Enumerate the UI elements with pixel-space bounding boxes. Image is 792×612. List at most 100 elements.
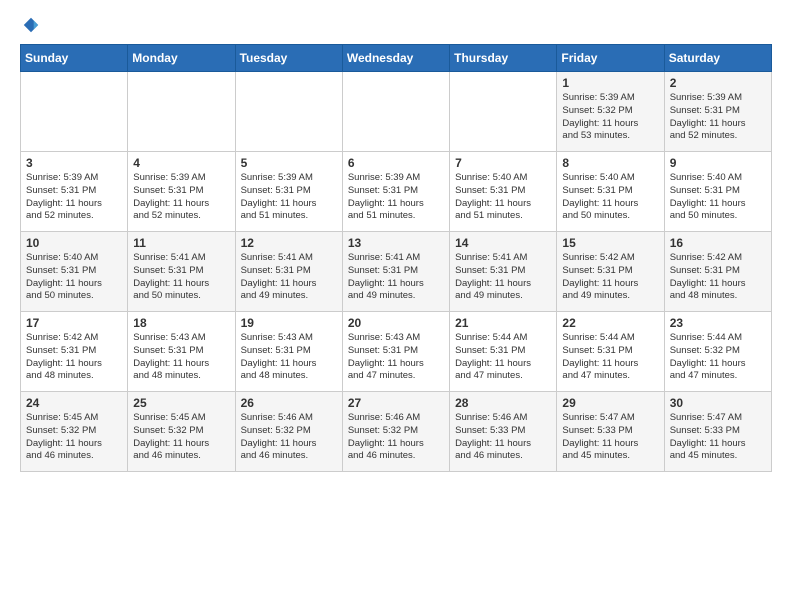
day-number: 20 <box>348 316 444 330</box>
day-info: Sunrise: 5:42 AMSunset: 5:31 PMDaylight:… <box>26 332 122 383</box>
day-info: Sunrise: 5:42 AMSunset: 5:31 PMDaylight:… <box>670 252 766 303</box>
header <box>20 16 772 34</box>
day-number: 28 <box>455 396 551 410</box>
logo <box>20 16 40 34</box>
calendar-day-cell: 21 Sunrise: 5:44 AMSunset: 5:31 PMDayligh… <box>450 312 557 392</box>
day-info: Sunrise: 5:39 AMSunset: 5:32 PMDaylight:… <box>562 92 658 143</box>
day-number: 24 <box>26 396 122 410</box>
day-number: 29 <box>562 396 658 410</box>
day-info: Sunrise: 5:44 AMSunset: 5:31 PMDaylight:… <box>562 332 658 383</box>
calendar-day-header: Monday <box>128 45 235 72</box>
day-info: Sunrise: 5:41 AMSunset: 5:31 PMDaylight:… <box>348 252 444 303</box>
calendar-day-cell <box>450 72 557 152</box>
day-number: 30 <box>670 396 766 410</box>
day-info: Sunrise: 5:43 AMSunset: 5:31 PMDaylight:… <box>133 332 229 383</box>
day-info: Sunrise: 5:40 AMSunset: 5:31 PMDaylight:… <box>455 172 551 223</box>
calendar-day-cell: 15 Sunrise: 5:42 AMSunset: 5:31 PMDayligh… <box>557 232 664 312</box>
day-info: Sunrise: 5:46 AMSunset: 5:33 PMDaylight:… <box>455 412 551 463</box>
calendar-week-row: 1 Sunrise: 5:39 AMSunset: 5:32 PMDaylight… <box>21 72 772 152</box>
day-info: Sunrise: 5:41 AMSunset: 5:31 PMDaylight:… <box>455 252 551 303</box>
day-info: Sunrise: 5:40 AMSunset: 5:31 PMDaylight:… <box>670 172 766 223</box>
day-info: Sunrise: 5:45 AMSunset: 5:32 PMDaylight:… <box>133 412 229 463</box>
day-number: 4 <box>133 156 229 170</box>
day-number: 15 <box>562 236 658 250</box>
day-number: 14 <box>455 236 551 250</box>
day-number: 9 <box>670 156 766 170</box>
day-info: Sunrise: 5:39 AMSunset: 5:31 PMDaylight:… <box>348 172 444 223</box>
day-number: 18 <box>133 316 229 330</box>
calendar-day-header: Thursday <box>450 45 557 72</box>
page: SundayMondayTuesdayWednesdayThursdayFrid… <box>0 0 792 492</box>
calendar-day-cell: 16 Sunrise: 5:42 AMSunset: 5:31 PMDayligh… <box>664 232 771 312</box>
day-number: 3 <box>26 156 122 170</box>
calendar-day-cell: 11Sunrise: 5:41 AMSunset: 5:31 PMDayligh… <box>128 232 235 312</box>
day-info: Sunrise: 5:47 AMSunset: 5:33 PMDaylight:… <box>670 412 766 463</box>
day-info: Sunrise: 5:45 AMSunset: 5:32 PMDaylight:… <box>26 412 122 463</box>
calendar-day-cell: 30 Sunrise: 5:47 AMSunset: 5:33 PMDayligh… <box>664 392 771 472</box>
calendar-day-cell: 10Sunrise: 5:40 AMSunset: 5:31 PMDayligh… <box>21 232 128 312</box>
calendar-week-row: 24 Sunrise: 5:45 AMSunset: 5:32 PMDayligh… <box>21 392 772 472</box>
calendar-week-row: 17 Sunrise: 5:42 AMSunset: 5:31 PMDayligh… <box>21 312 772 392</box>
calendar-day-cell: 5 Sunrise: 5:39 AMSunset: 5:31 PMDaylight… <box>235 152 342 232</box>
day-number: 5 <box>241 156 337 170</box>
day-number: 27 <box>348 396 444 410</box>
day-number: 7 <box>455 156 551 170</box>
calendar-day-cell: 9 Sunrise: 5:40 AMSunset: 5:31 PMDaylight… <box>664 152 771 232</box>
calendar-table: SundayMondayTuesdayWednesdayThursdayFrid… <box>20 44 772 472</box>
calendar-day-header: Saturday <box>664 45 771 72</box>
calendar-day-header: Wednesday <box>342 45 449 72</box>
calendar-day-cell: 4 Sunrise: 5:39 AMSunset: 5:31 PMDaylight… <box>128 152 235 232</box>
day-number: 13 <box>348 236 444 250</box>
calendar-day-cell: 2 Sunrise: 5:39 AMSunset: 5:31 PMDaylight… <box>664 72 771 152</box>
day-info: Sunrise: 5:44 AMSunset: 5:32 PMDaylight:… <box>670 332 766 383</box>
calendar-day-cell <box>235 72 342 152</box>
day-number: 26 <box>241 396 337 410</box>
day-info: Sunrise: 5:39 AMSunset: 5:31 PMDaylight:… <box>26 172 122 223</box>
day-info: Sunrise: 5:46 AMSunset: 5:32 PMDaylight:… <box>241 412 337 463</box>
day-number: 19 <box>241 316 337 330</box>
day-number: 8 <box>562 156 658 170</box>
calendar-day-cell: 22 Sunrise: 5:44 AMSunset: 5:31 PMDayligh… <box>557 312 664 392</box>
day-number: 22 <box>562 316 658 330</box>
calendar-day-cell: 24 Sunrise: 5:45 AMSunset: 5:32 PMDayligh… <box>21 392 128 472</box>
calendar-day-cell: 8 Sunrise: 5:40 AMSunset: 5:31 PMDaylight… <box>557 152 664 232</box>
calendar-day-cell: 25 Sunrise: 5:45 AMSunset: 5:32 PMDayligh… <box>128 392 235 472</box>
calendar-day-cell: 29 Sunrise: 5:47 AMSunset: 5:33 PMDayligh… <box>557 392 664 472</box>
day-info: Sunrise: 5:40 AMSunset: 5:31 PMDaylight:… <box>26 252 122 303</box>
calendar-day-cell: 17 Sunrise: 5:42 AMSunset: 5:31 PMDayligh… <box>21 312 128 392</box>
day-info: Sunrise: 5:43 AMSunset: 5:31 PMDaylight:… <box>241 332 337 383</box>
day-number: 23 <box>670 316 766 330</box>
day-info: Sunrise: 5:46 AMSunset: 5:32 PMDaylight:… <box>348 412 444 463</box>
calendar-header-row: SundayMondayTuesdayWednesdayThursdayFrid… <box>21 45 772 72</box>
calendar-day-cell <box>128 72 235 152</box>
calendar-week-row: 10Sunrise: 5:40 AMSunset: 5:31 PMDayligh… <box>21 232 772 312</box>
calendar-day-cell: 26 Sunrise: 5:46 AMSunset: 5:32 PMDayligh… <box>235 392 342 472</box>
day-info: Sunrise: 5:40 AMSunset: 5:31 PMDaylight:… <box>562 172 658 223</box>
calendar-week-row: 3 Sunrise: 5:39 AMSunset: 5:31 PMDaylight… <box>21 152 772 232</box>
calendar-day-cell <box>21 72 128 152</box>
day-info: Sunrise: 5:44 AMSunset: 5:31 PMDaylight:… <box>455 332 551 383</box>
calendar-day-cell: 3 Sunrise: 5:39 AMSunset: 5:31 PMDaylight… <box>21 152 128 232</box>
day-info: Sunrise: 5:39 AMSunset: 5:31 PMDaylight:… <box>670 92 766 143</box>
day-number: 21 <box>455 316 551 330</box>
calendar-day-cell: 18 Sunrise: 5:43 AMSunset: 5:31 PMDayligh… <box>128 312 235 392</box>
day-info: Sunrise: 5:39 AMSunset: 5:31 PMDaylight:… <box>133 172 229 223</box>
day-number: 1 <box>562 76 658 90</box>
calendar-day-cell: 6 Sunrise: 5:39 AMSunset: 5:31 PMDaylight… <box>342 152 449 232</box>
day-info: Sunrise: 5:47 AMSunset: 5:33 PMDaylight:… <box>562 412 658 463</box>
calendar-day-header: Friday <box>557 45 664 72</box>
day-number: 11 <box>133 236 229 250</box>
day-number: 2 <box>670 76 766 90</box>
day-number: 16 <box>670 236 766 250</box>
day-number: 6 <box>348 156 444 170</box>
calendar-day-cell <box>342 72 449 152</box>
day-info: Sunrise: 5:42 AMSunset: 5:31 PMDaylight:… <box>562 252 658 303</box>
day-number: 17 <box>26 316 122 330</box>
calendar-day-cell: 20Sunrise: 5:43 AMSunset: 5:31 PMDayligh… <box>342 312 449 392</box>
day-number: 12 <box>241 236 337 250</box>
calendar-day-cell: 27 Sunrise: 5:46 AMSunset: 5:32 PMDayligh… <box>342 392 449 472</box>
day-info: Sunrise: 5:39 AMSunset: 5:31 PMDaylight:… <box>241 172 337 223</box>
calendar-day-cell: 14 Sunrise: 5:41 AMSunset: 5:31 PMDayligh… <box>450 232 557 312</box>
day-number: 25 <box>133 396 229 410</box>
day-info: Sunrise: 5:41 AMSunset: 5:31 PMDaylight:… <box>241 252 337 303</box>
